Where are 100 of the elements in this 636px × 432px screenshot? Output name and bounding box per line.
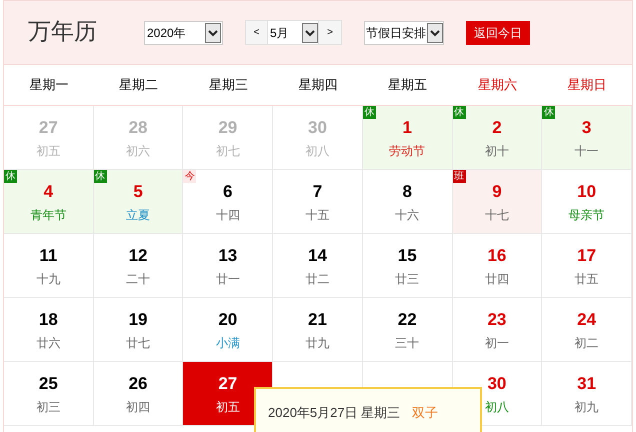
lunar-date: 十七	[484, 207, 509, 224]
day-number: 18	[38, 310, 58, 330]
lunar-date: 廿六	[36, 335, 60, 352]
day-number: 23	[487, 310, 506, 330]
day-cell[interactable]: 18 廿六	[4, 298, 94, 362]
day-cell[interactable]: 12 二十	[94, 234, 184, 298]
weekday-header: 星期五	[388, 76, 428, 94]
day-cell[interactable]: 休 5 立夏	[94, 170, 184, 234]
lunar-date: 初三	[36, 399, 60, 416]
day-number: 27	[38, 118, 58, 138]
weekday-header: 星期二	[119, 76, 158, 94]
lunar-date: 初八	[305, 143, 330, 160]
day-cell[interactable]: 25 初三	[4, 362, 94, 426]
lunar-date: 廿一	[216, 271, 240, 288]
lunar-date: 十六	[395, 207, 420, 224]
day-cell[interactable]: 休 2 初十	[452, 106, 542, 170]
day-cell[interactable]: 17 廿五	[542, 234, 632, 298]
lunar-date: 廿三	[395, 271, 420, 288]
holiday-select[interactable]: 节假日安排	[364, 20, 444, 44]
day-cell[interactable]: 休 4 青年节	[4, 170, 94, 234]
day-number: 14	[308, 246, 327, 266]
day-badge: 休	[542, 106, 556, 119]
day-number: 30	[487, 374, 506, 394]
day-cell[interactable]: 15 廿三	[362, 234, 453, 298]
day-cell[interactable]: 21 廿九	[273, 298, 363, 362]
weekday-header: 星期四	[298, 76, 338, 94]
day-number: 21	[308, 310, 327, 330]
day-cell[interactable]: 23 初一	[452, 298, 542, 362]
lunar-date: 十九	[36, 271, 60, 288]
lunar-date: 青年节	[30, 207, 66, 224]
day-number: 31	[577, 374, 596, 394]
lunar-date: 初十	[484, 143, 509, 160]
previous-month-button[interactable]: <	[245, 20, 268, 45]
lunar-date: 廿九	[305, 335, 330, 352]
day-cell[interactable]: 今 6 十四	[183, 170, 274, 234]
day-number: 3	[582, 118, 592, 138]
day-number: 4	[44, 182, 54, 202]
day-number: 20	[218, 310, 238, 330]
day-cell[interactable]: 休 3 十一	[542, 106, 632, 170]
day-cell[interactable]: 11 十九	[4, 234, 94, 298]
day-number: 30	[308, 118, 327, 138]
day-number: 5	[133, 182, 143, 202]
day-badge: 休	[94, 170, 107, 183]
weekday-header: 星期一	[29, 76, 68, 94]
lunar-date: 初二	[574, 335, 599, 352]
day-cell[interactable]: 14 廿二	[273, 234, 363, 298]
day-cell[interactable]: 7 十五	[273, 170, 363, 234]
dropdown-icon	[205, 22, 221, 42]
day-badge: 休	[362, 106, 376, 119]
day-number: 7	[312, 182, 322, 202]
lunar-date: 二十	[126, 271, 150, 288]
day-cell[interactable]: 20 小满	[183, 298, 274, 362]
day-number: 16	[487, 246, 506, 266]
lunar-date: 小满	[216, 335, 240, 352]
page-title: 万年历	[28, 18, 98, 48]
year-select[interactable]: 2020年	[144, 20, 223, 44]
weekday-header: 星期三	[208, 76, 248, 94]
day-number: 15	[398, 246, 417, 266]
next-month-button[interactable]: >	[318, 20, 342, 45]
day-cell[interactable]: 31 初九	[542, 362, 632, 426]
day-cell[interactable]: 10 母亲节	[542, 170, 632, 234]
day-cell[interactable]: 24 初二	[542, 298, 632, 362]
lunar-date: 十四	[216, 207, 240, 224]
day-badge: 休	[4, 170, 17, 183]
day-number: 1	[402, 118, 412, 138]
day-number: 25	[38, 374, 58, 394]
day-number: 27	[218, 374, 238, 394]
day-number: 10	[577, 182, 596, 202]
day-number: 26	[128, 374, 148, 394]
day-cell[interactable]: 8 十六	[362, 170, 453, 234]
day-cell[interactable]: 13 廿一	[183, 234, 274, 298]
lunar-date: 初四	[126, 399, 150, 416]
day-cell[interactable]: 16 廿四	[452, 234, 542, 298]
weekday-header: 星期六	[478, 76, 517, 94]
zodiac-sign: 双子	[412, 405, 438, 420]
return-today-button[interactable]: 返回今日	[466, 20, 530, 44]
day-cell[interactable]: 22 三十	[362, 298, 453, 362]
day-cell[interactable]: 休 1 劳动节	[362, 106, 453, 170]
day-number: 22	[398, 310, 417, 330]
lunar-date: 十五	[305, 207, 330, 224]
day-number: 12	[128, 246, 148, 266]
month-select[interactable]: 5月	[268, 20, 318, 45]
lunar-date: 十一	[574, 143, 599, 160]
lunar-date: 母亲节	[568, 207, 605, 224]
day-number: 9	[492, 182, 502, 202]
day-number: 19	[128, 310, 148, 330]
day-cell[interactable]: 19 廿七	[94, 298, 184, 362]
day-badge: 休	[452, 106, 466, 119]
lunar-date: 廿二	[305, 271, 330, 288]
lunar-date: 初九	[574, 399, 599, 416]
lunar-date: 初六	[126, 143, 150, 160]
day-number: 6	[223, 182, 233, 202]
day-number: 8	[402, 182, 412, 202]
lunar-date: 初五	[36, 143, 60, 160]
lunar-date: 初七	[216, 143, 240, 160]
day-cell[interactable]: 26 初四	[94, 362, 184, 426]
weekday-header: 星期日	[568, 76, 607, 94]
day-cell[interactable]: 班 9 十七	[452, 170, 542, 234]
lunar-date: 三十	[395, 335, 420, 352]
lunar-date: 初一	[484, 335, 509, 352]
